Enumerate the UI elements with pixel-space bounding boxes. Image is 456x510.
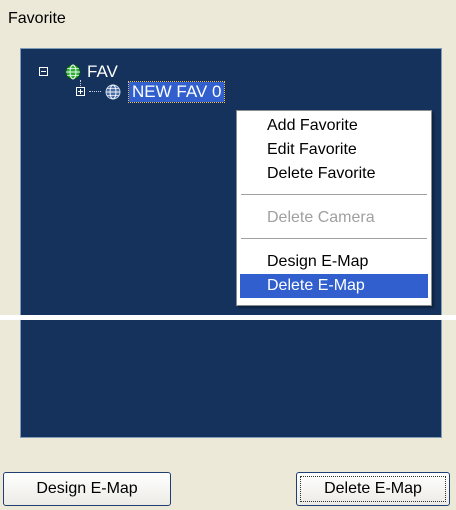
expand-icon[interactable] [76,87,85,96]
globe-icon [65,64,81,80]
favorite-panel: Favorite FAV NEW FAV 0 Add Favorite Edit… [0,0,456,315]
menu-item-add-favorite[interactable]: Add Favorite [240,114,428,138]
design-emap-button[interactable]: Design E-Map [3,472,171,506]
delete-emap-button-label: Delete E-Map [324,480,422,497]
menu-separator [241,238,427,240]
tree-connector-h [89,91,101,92]
emap-view [20,320,442,438]
delete-emap-button[interactable]: Delete E-Map [296,472,450,506]
emap-panel: Design E-Map Delete E-Map [0,320,456,510]
collapse-icon[interactable] [39,67,48,76]
favorite-group-label: Favorite [8,10,66,27]
menu-item-delete-camera: Delete Camera [267,209,375,226]
menu-separator [241,194,427,196]
menu-item-delete-emap[interactable]: Delete E-Map [240,274,428,298]
globe-icon [105,84,121,100]
design-emap-button-label: Design E-Map [36,480,138,497]
tree-node-fav[interactable]: FAV [87,62,118,82]
context-menu: Add Favorite Edit Favorite Delete Favori… [236,110,432,306]
menu-item-delete-favorite[interactable]: Delete Favorite [240,162,428,186]
menu-item-design-emap[interactable]: Design E-Map [240,250,428,274]
menu-item-edit-favorite[interactable]: Edit Favorite [240,138,428,162]
tree-node-new-fav[interactable]: NEW FAV 0 [127,81,226,103]
